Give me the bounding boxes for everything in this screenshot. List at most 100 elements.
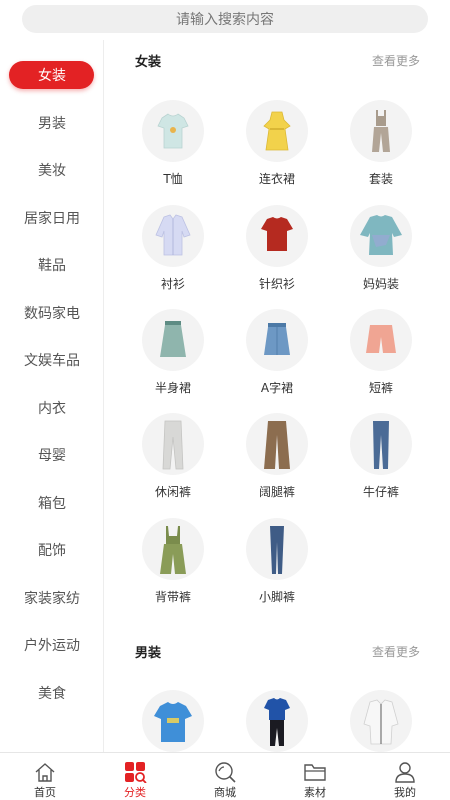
category-label: 针织衫 <box>258 277 295 291</box>
category-a-line-skirt[interactable]: A字裙 <box>232 309 322 399</box>
category-wide-leg-pants[interactable]: 阔腿裤 <box>232 413 322 503</box>
category-dress[interactable]: 连衣裙 <box>232 100 322 190</box>
shorts-icon <box>350 309 412 371</box>
category-jeans[interactable]: 牛仔裤 <box>336 413 426 503</box>
category-label: 背带裤 <box>154 590 191 604</box>
category-label: 休闲裤 <box>154 485 191 499</box>
home-icon <box>35 763 55 782</box>
jeans-icon <box>350 413 412 475</box>
tab-label: 分类 <box>124 786 146 799</box>
sidebar-item-womens[interactable]: 女装 <box>0 58 104 92</box>
category-skinny-pants[interactable]: 小脚裤 <box>232 518 322 608</box>
search-bar-area: 请输入搜索内容 <box>0 0 450 38</box>
skinny-pants-icon <box>246 518 308 580</box>
tab-home[interactable]: 首页 <box>0 753 90 800</box>
sidebar-item-label: 女装 <box>38 68 66 84</box>
category-content: 女装 查看更多 T恤 连衣裙 套装 衬衫 针织衫 妈妈装 半身裙 A字裙 短裤 … <box>105 40 450 752</box>
category-label: 短裤 <box>368 381 393 395</box>
sidebar-item-label: 家装家纺 <box>24 591 80 607</box>
tab-label: 首页 <box>34 786 56 799</box>
category-sidebar: 女装 男装 美妆 居家日用 鞋品 数码家电 文娱车品 内衣 母婴 箱包 配饰 家… <box>0 40 104 752</box>
category-shorts[interactable]: 短裤 <box>336 309 426 399</box>
see-more-mens-link[interactable]: 查看更多 <box>372 643 420 660</box>
sidebar-item-home-textiles[interactable]: 家装家纺 <box>0 581 104 615</box>
tab-label: 素材 <box>304 786 326 799</box>
mall-search-icon <box>215 762 236 783</box>
category-label: 半身裙 <box>154 381 191 395</box>
category-mens-tshirt[interactable] <box>128 690 218 752</box>
category-shirt[interactable]: 衬衫 <box>128 205 218 295</box>
sidebar-item-home[interactable]: 居家日用 <box>0 201 104 235</box>
tab-category[interactable]: 分类 <box>90 753 180 800</box>
category-overalls[interactable]: 背带裤 <box>128 518 218 608</box>
mens-jacket-icon <box>350 690 412 752</box>
tab-materials[interactable]: 素材 <box>270 753 360 800</box>
category-suit-set[interactable]: 套装 <box>336 100 426 190</box>
sidebar-item-label: 居家日用 <box>24 211 80 227</box>
category-icon <box>125 762 147 783</box>
sidebar-item-label: 文娱车品 <box>24 353 80 369</box>
category-mens-jacket[interactable] <box>336 690 426 752</box>
sidebar-item-label: 户外运动 <box>24 638 80 654</box>
category-label: 套装 <box>368 172 393 186</box>
shirt-icon <box>142 205 204 267</box>
tshirt-icon <box>142 100 204 162</box>
a-line-skirt-icon <box>246 309 308 371</box>
overalls-icon <box>142 518 204 580</box>
dress-icon <box>246 100 308 162</box>
sidebar-item-mens[interactable]: 男装 <box>0 106 104 140</box>
category-skirt[interactable]: 半身裙 <box>128 309 218 399</box>
section-title-womens: 女装 <box>135 55 162 70</box>
sidebar-item-outdoor[interactable]: 户外运动 <box>0 628 104 662</box>
sidebar-item-accessories[interactable]: 配饰 <box>0 533 104 567</box>
skirt-icon <box>142 309 204 371</box>
sidebar-item-entertainment[interactable]: 文娱车品 <box>0 343 104 377</box>
search-placeholder: 请输入搜索内容 <box>176 12 274 28</box>
category-label: 牛仔裤 <box>362 485 399 499</box>
sidebar-item-label: 箱包 <box>38 496 66 512</box>
category-mens-outfit[interactable] <box>232 690 322 752</box>
sidebar-item-label: 鞋品 <box>38 258 66 274</box>
casual-pants-icon <box>142 413 204 475</box>
bottom-tab-bar: 首页 分类 商城 素材 我的 <box>0 752 450 800</box>
sidebar-item-label: 配饰 <box>38 543 66 559</box>
folder-icon <box>304 764 326 781</box>
category-label: A字裙 <box>260 381 294 395</box>
category-label: 小脚裤 <box>258 590 295 604</box>
category-tshirt[interactable]: T恤 <box>128 100 218 190</box>
sidebar-item-food[interactable]: 美食 <box>0 676 104 710</box>
tab-mine[interactable]: 我的 <box>360 753 450 800</box>
tab-label: 商城 <box>214 786 236 799</box>
see-more-womens-link[interactable]: 查看更多 <box>372 52 420 69</box>
sidebar-item-underwear[interactable]: 内衣 <box>0 391 104 425</box>
tab-label: 我的 <box>394 786 416 799</box>
category-knit-sweater[interactable]: 针织衫 <box>232 205 322 295</box>
sidebar-item-bags[interactable]: 箱包 <box>0 486 104 520</box>
category-mom-wear[interactable]: 妈妈装 <box>336 205 426 295</box>
sidebar-item-label: 母婴 <box>38 448 66 464</box>
mens-tshirt-icon <box>142 690 204 752</box>
sidebar-item-baby[interactable]: 母婴 <box>0 438 104 472</box>
mens-outfit-icon <box>246 690 308 752</box>
tab-mall[interactable]: 商城 <box>180 753 270 800</box>
suit-set-icon <box>350 100 412 162</box>
sidebar-item-beauty[interactable]: 美妆 <box>0 153 104 187</box>
sidebar-item-label: 数码家电 <box>24 306 80 322</box>
category-label: 阔腿裤 <box>258 485 295 499</box>
sidebar-item-label: 男装 <box>38 116 66 132</box>
mom-wear-icon <box>350 205 412 267</box>
sidebar-item-label: 内衣 <box>38 401 66 417</box>
sidebar-item-label: 美妆 <box>38 163 66 179</box>
category-casual-pants[interactable]: 休闲裤 <box>128 413 218 503</box>
category-label: 妈妈装 <box>362 277 399 291</box>
wide-leg-pants-icon <box>246 413 308 475</box>
sidebar-item-digital[interactable]: 数码家电 <box>0 296 104 330</box>
section-title-mens: 男装 <box>135 646 162 661</box>
knit-sweater-icon <box>246 205 308 267</box>
user-icon <box>395 762 415 783</box>
sidebar-item-shoes[interactable]: 鞋品 <box>0 248 104 282</box>
category-label: 衬衫 <box>160 277 185 291</box>
category-label: 连衣裙 <box>258 172 295 186</box>
sidebar-item-label: 美食 <box>38 686 66 702</box>
search-input[interactable]: 请输入搜索内容 <box>22 5 428 33</box>
